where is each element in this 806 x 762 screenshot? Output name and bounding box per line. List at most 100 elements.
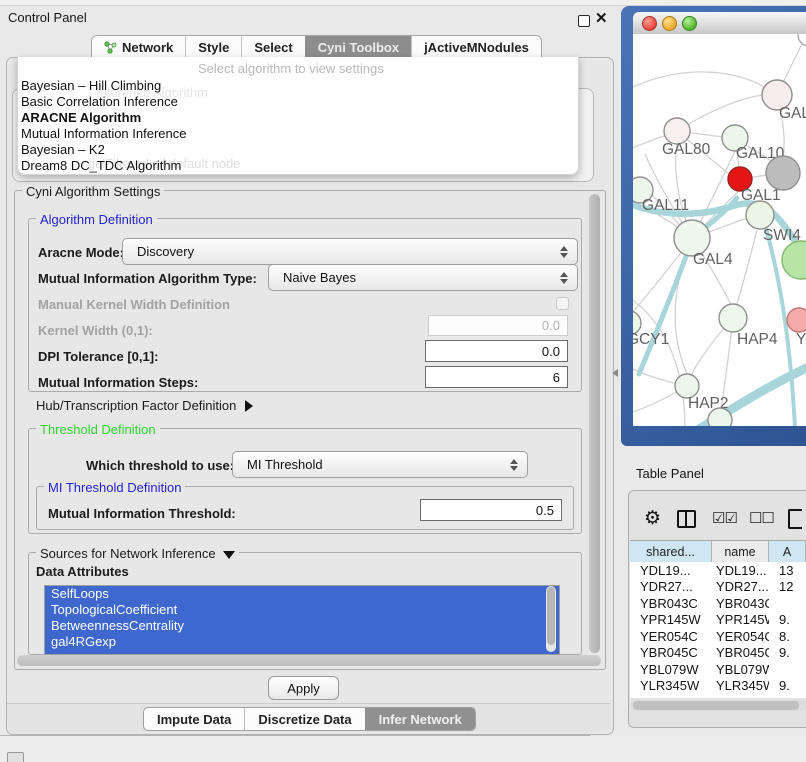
network-edge xyxy=(633,72,777,95)
table-row[interactable]: YIL052CYIL052C8 xyxy=(630,694,806,698)
gear-icon[interactable]: ⚙ xyxy=(644,509,661,529)
tab-cyni-toolbox[interactable]: Cyni Toolbox xyxy=(305,36,411,59)
aracne-mode-select[interactable]: Discovery xyxy=(122,238,578,265)
panel-splitter-arrow[interactable] xyxy=(612,369,618,377)
table-scrollbar-thumb[interactable] xyxy=(633,701,799,710)
table-cell: 8. xyxy=(769,629,806,644)
tab-discretize-data[interactable]: Discretize Data xyxy=(244,708,364,730)
table-cell: YBR043C xyxy=(712,596,769,611)
deselect-all-checkboxes-icon[interactable]: ☐☐ xyxy=(749,510,774,528)
algorithm-dropdown: Select algorithm to view settings Infere… xyxy=(17,57,579,175)
attribute-item[interactable]: BetweennessCentrality xyxy=(45,618,559,634)
network-node-swi4[interactable] xyxy=(746,201,774,229)
bottom-tabs: Impute Data Discretize Data Infer Networ… xyxy=(143,707,476,731)
page-icon[interactable] xyxy=(788,509,802,529)
manual-kernel-width-checkbox[interactable] xyxy=(556,297,569,310)
dpi-tolerance-input[interactable]: 0.0 xyxy=(425,340,568,362)
algorithm-placeholder: Select algorithm to view settings xyxy=(198,61,384,76)
which-threshold-select[interactable]: MI Threshold xyxy=(232,451,528,478)
algorithm-option[interactable]: ARACNE Algorithm xyxy=(18,110,574,126)
network-canvas[interactable]: GAL7GAL80GAL10GAL1GAL11SWI4GAL4GCY1HAP4Y… xyxy=(633,34,806,426)
which-threshold-label: Which threshold to use: xyxy=(86,458,234,473)
table-cell: 12 xyxy=(769,579,806,594)
table-row[interactable]: YBR043CYBR043C xyxy=(630,595,806,612)
settings-horizontal-scrollbar[interactable] xyxy=(17,655,601,666)
column-header-partial[interactable]: A xyxy=(769,541,806,562)
bottom-area xyxy=(0,736,806,762)
table-row[interactable]: YBR045CYBR045C9. xyxy=(630,645,806,662)
network-window-titlebar[interactable] xyxy=(633,12,806,35)
kernel-width-label: Kernel Width (0,1): xyxy=(38,323,153,338)
close-button[interactable] xyxy=(642,16,657,31)
mi-algorithm-type-value: Naive Bayes xyxy=(269,270,559,285)
table-row[interactable]: YDL19...YDL19...13 xyxy=(630,562,806,579)
algorithm-option[interactable]: Basic Correlation Inference xyxy=(18,94,574,110)
mi-steps-input[interactable]: 6 xyxy=(425,366,568,388)
attribute-item[interactable]: SelfLoops xyxy=(45,586,559,602)
attributes-scrollbar-thumb[interactable] xyxy=(547,587,555,645)
mi-steps-label: Mutual Information Steps: xyxy=(38,375,198,390)
select-all-checkboxes-icon[interactable]: ☑☑ xyxy=(712,510,737,528)
node-label-gal80: GAL80 xyxy=(662,141,711,158)
tab-network[interactable]: Network xyxy=(92,36,185,59)
sources-toggle[interactable]: Sources for Network Inference xyxy=(36,546,239,561)
node-label-pink-right: Y xyxy=(796,331,806,348)
network-tab-icon xyxy=(104,41,117,54)
hub-definition-label: Hub/Transcription Factor Definition xyxy=(36,398,236,413)
table-row[interactable]: YBL079WYBL079W xyxy=(630,661,806,678)
stepper-icon xyxy=(559,246,568,258)
tab-label: Impute Data xyxy=(157,712,231,727)
hub-definition-toggle[interactable]: Hub/Transcription Factor Definition xyxy=(36,398,253,413)
network-node-pink-right[interactable] xyxy=(787,308,806,332)
tab-jactivemnodules[interactable]: jActiveMNodules xyxy=(411,36,541,59)
float-window-icon[interactable] xyxy=(578,15,590,27)
table-row[interactable]: YLR345WYLR345W9. xyxy=(630,678,806,695)
table-row[interactable]: YPR145WYPR145W9. xyxy=(630,612,806,629)
node-label-gal4: GAL4 xyxy=(693,251,733,268)
tab-style[interactable]: Style xyxy=(185,36,241,59)
table-row[interactable]: YER054CYER054C8. xyxy=(630,628,806,645)
mi-algorithm-type-select[interactable]: Naive Bayes xyxy=(268,264,578,291)
table-cell: YPR145W xyxy=(630,612,712,627)
attribute-item[interactable]: gal4RGexp xyxy=(45,634,559,650)
tab-infer-network[interactable]: Infer Network xyxy=(365,708,475,730)
table-cell: YLR345W xyxy=(630,678,712,693)
network-node-top-partial[interactable] xyxy=(798,34,806,46)
kernel-width-input[interactable]: 0.0 xyxy=(428,315,568,336)
algorithm-option[interactable]: Mutual Information Inference xyxy=(18,126,574,142)
network-edge xyxy=(677,95,763,131)
algorithm-option[interactable]: Dream8 DC_TDC Algorithm xyxy=(18,158,574,174)
close-icon[interactable]: ✕ xyxy=(595,9,608,27)
minimize-button[interactable] xyxy=(662,16,677,31)
tab-select[interactable]: Select xyxy=(241,36,304,59)
table-row[interactable]: YDR27...YDR27...12 xyxy=(630,579,806,596)
algorithm-list: Bayesian – Hill ClimbingBasic Correlatio… xyxy=(18,78,574,174)
network-node-gray-node[interactable] xyxy=(766,156,800,190)
network-node-big-green[interactable] xyxy=(782,241,806,279)
table-cell: YBR045C xyxy=(630,645,712,660)
network-edge xyxy=(633,296,685,426)
table-cell: YDL19... xyxy=(630,563,712,578)
tab-label: Infer Network xyxy=(379,712,462,727)
cyni-settings-legend: Cyni Algorithm Settings xyxy=(22,184,164,199)
collapsed-panel-icon[interactable] xyxy=(7,752,24,762)
dpi-tolerance-label: DPI Tolerance [0,1]: xyxy=(38,349,158,364)
table-cell: 9. xyxy=(769,645,806,660)
column-header-shared[interactable]: shared... xyxy=(630,541,712,562)
table-body: YDL19...YDL19...13YDR27...YDR27...12YBR0… xyxy=(630,562,806,698)
algorithm-option[interactable]: Bayesian – Hill Climbing xyxy=(18,78,574,94)
tab-impute-data[interactable]: Impute Data xyxy=(144,708,244,730)
network-node-hap4[interactable] xyxy=(719,304,747,332)
attribute-item[interactable]: TopologicalCoefficient xyxy=(45,602,559,618)
mi-threshold-input[interactable]: 0.5 xyxy=(420,499,562,521)
algorithm-option[interactable]: Bayesian – K2 xyxy=(18,142,574,158)
mi-threshold-label: Mutual Information Threshold: xyxy=(48,506,236,521)
network-node-bottom-green[interactable] xyxy=(708,408,732,426)
threshold-definition-legend: Threshold Definition xyxy=(36,422,160,437)
tab-label: Cyni Toolbox xyxy=(318,40,399,55)
apply-button[interactable]: Apply xyxy=(268,676,339,700)
column-header-name[interactable]: name xyxy=(712,541,769,562)
columns-icon[interactable] xyxy=(677,510,696,528)
settings-vertical-scrollbar[interactable] xyxy=(589,194,600,653)
zoom-button[interactable] xyxy=(682,16,697,31)
